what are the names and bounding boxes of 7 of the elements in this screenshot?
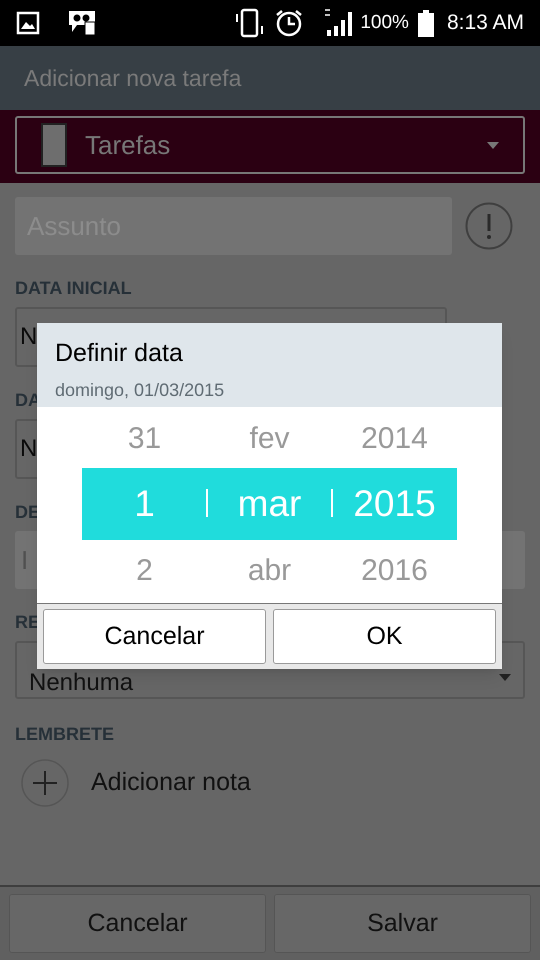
- screen-title: Adicionar nova tarefa: [24, 64, 242, 93]
- dialog-title: Definir data: [55, 338, 184, 369]
- battery-percent: 100%: [360, 10, 409, 35]
- clock-time: 8:13 AM: [446, 10, 524, 36]
- dialog-subtitle: domingo, 01/03/2015: [55, 378, 226, 402]
- section-label: DATA INICIAL: [15, 277, 132, 299]
- section-label: LEMBRETE: [15, 723, 114, 745]
